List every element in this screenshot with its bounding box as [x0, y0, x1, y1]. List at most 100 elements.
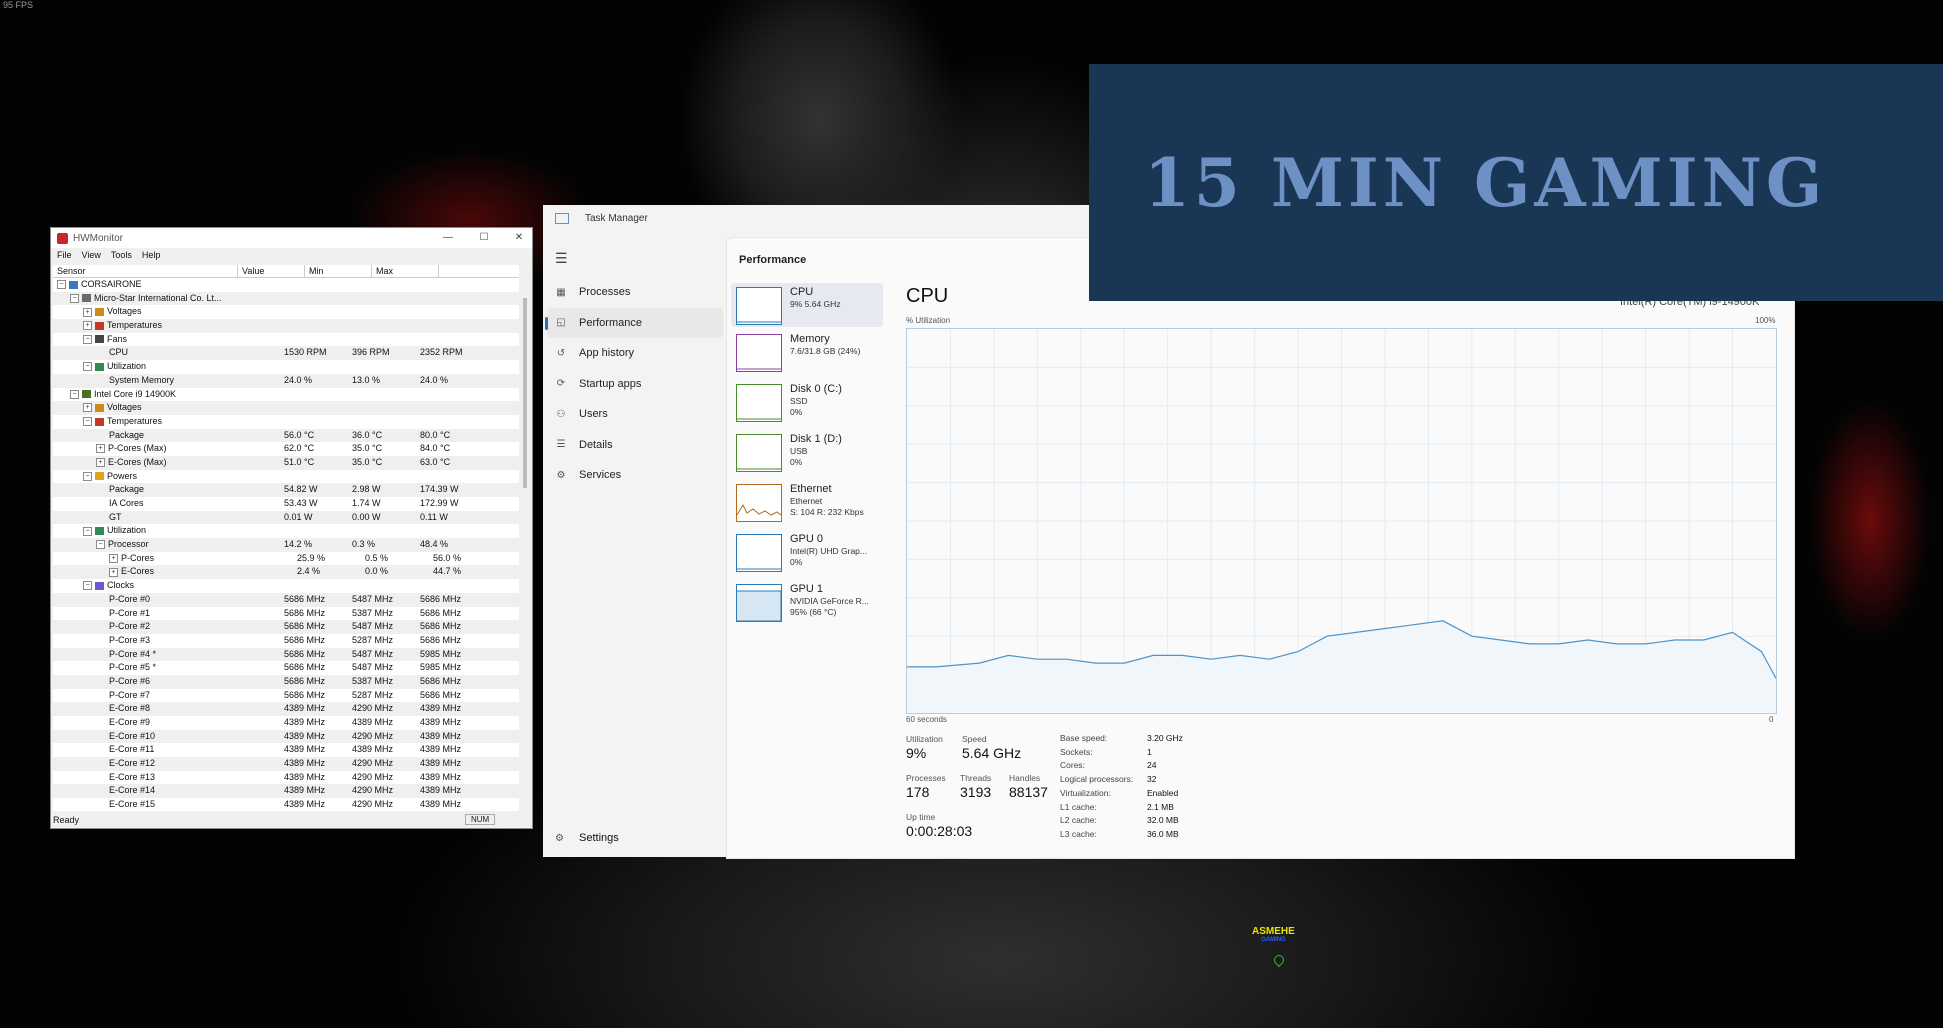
sensor-row[interactable]: P-Core #3 5686 MHz 5287 MHz 5686 MHz [53, 634, 519, 648]
sensor-row[interactable]: GT 0.01 W 0.00 W 0.11 W [53, 510, 519, 525]
util-icon [95, 362, 104, 371]
nav-app-history[interactable]: ↺ App history [543, 338, 723, 369]
device-disk-1-d[interactable]: Disk 1 (D:) USB 0% [731, 430, 883, 474]
sensor-tree[interactable]: − CORSAIRONE − Micro-Star International Co.… [53, 278, 519, 811]
sensor-row[interactable]: P-Core #6 5686 MHz 5387 MHz 5686 MHz [53, 674, 519, 689]
expand-icon[interactable]: + [83, 321, 92, 331]
device-disk-0-c[interactable]: Disk 0 (C:) SSD 0% [731, 380, 883, 424]
collapse-icon[interactable]: − [57, 280, 66, 290]
sensor-row[interactable]: CPU 1530 RPM 396 RPM 2352 RPM [53, 346, 519, 361]
expand-icon[interactable]: + [109, 567, 118, 577]
task-manager-titlebar[interactable]: Task Manager [555, 213, 648, 224]
sensor-row[interactable]: P-Core #5 * 5686 MHz 5487 MHz 5985 MHz [53, 661, 519, 675]
collapse-icon[interactable]: − [83, 581, 92, 591]
collapse-icon[interactable]: − [83, 362, 92, 372]
sensor-row[interactable]: System Memory 24.0 % 13.0 % 24.0 % [53, 373, 519, 388]
sensor-row[interactable]: E-Core #14 4389 MHz 4290 MHz 4389 MHz [53, 784, 519, 799]
menu-file[interactable]: File [57, 250, 72, 260]
nav-startup-apps[interactable]: ⟳ Startup apps [543, 369, 723, 400]
sensor-row[interactable]: + Voltages [53, 401, 519, 415]
details-icon: ☰ [556, 439, 566, 451]
sensor-row[interactable]: E-Core #12 4389 MHz 4290 MHz 4389 MHz [53, 757, 519, 771]
collapse-icon[interactable]: − [70, 389, 79, 399]
device-ethernet[interactable]: Ethernet Ethernet S: 104 R: 232 Kbps [731, 480, 883, 524]
nav-processes[interactable]: ▦ Processes [543, 277, 723, 308]
watermark-sub: GAMING [1261, 937, 1286, 943]
expand-icon[interactable]: + [109, 553, 118, 563]
expand-icon[interactable]: + [83, 403, 92, 413]
sensor-row[interactable]: + Temperatures [53, 319, 519, 333]
nav-details[interactable]: ☰ Details [543, 430, 723, 461]
sensor-name-cell: − Intel Core i9 14900K [53, 388, 256, 402]
hamburger-menu-icon[interactable]: ☰ [555, 250, 568, 267]
sensor-row[interactable]: E-Core #8 4389 MHz 4290 MHz 4389 MHz [53, 702, 519, 716]
sensor-row[interactable]: P-Core #7 5686 MHz 5287 MHz 5686 MHz [53, 689, 519, 703]
sensor-row[interactable]: E-Core #13 4389 MHz 4290 MHz 4389 MHz [53, 771, 519, 785]
sensor-row[interactable]: − Temperatures [53, 415, 519, 429]
sensor-value-cell [269, 305, 337, 319]
collapse-icon[interactable]: − [83, 471, 92, 481]
minimize-icon[interactable]: — [438, 231, 458, 245]
device-detail: USB [790, 446, 808, 456]
sensor-row[interactable]: + P-Cores (Max) 62.0 °C 35.0 °C 84.0 °C [53, 442, 519, 456]
column-max[interactable]: Max [372, 265, 439, 277]
sensor-row[interactable]: − CORSAIRONE [53, 278, 519, 292]
close-icon[interactable]: ✕ [509, 231, 529, 245]
hwmonitor-window[interactable]: HWMonitor — ☐ ✕ File View Tools Help Sen… [50, 227, 533, 829]
nav-settings[interactable]: ⚙ Settings [555, 832, 619, 844]
sensor-row[interactable]: P-Core #1 5686 MHz 5387 MHz 5686 MHz [53, 607, 519, 621]
vertical-scrollbar[interactable] [521, 278, 530, 811]
nav-users[interactable]: ⚇ Users [543, 399, 723, 430]
sensor-row[interactable]: − Processor 14.2 % 0.3 % 48.4 % [53, 538, 519, 552]
expand-icon[interactable]: + [83, 307, 92, 317]
sensor-row[interactable]: E-Core #15 4389 MHz 4290 MHz 4389 MHz [53, 798, 519, 811]
sensor-row[interactable]: E-Core #9 4389 MHz 4389 MHz 4389 MHz [53, 716, 519, 730]
collapse-icon[interactable]: − [83, 417, 92, 426]
expand-icon[interactable]: + [96, 444, 105, 454]
menu-tools[interactable]: Tools [111, 250, 132, 260]
sensor-row[interactable]: − Micro-Star International Co. Lt... [53, 291, 519, 306]
sensor-row[interactable]: + E-Cores (Max) 51.0 °C 35.0 °C 63.0 °C [53, 455, 519, 470]
device-gpu-0[interactable]: GPU 0 Intel(R) UHD Grap... 0% [731, 530, 883, 574]
nav-performance[interactable]: ◱ Performance [545, 307, 723, 338]
sensor-row[interactable]: P-Core #4 * 5686 MHz 5487 MHz 5985 MHz [53, 647, 519, 662]
sensor-row[interactable]: + E-Cores 2.4 % 0.0 % 44.7 % [53, 565, 519, 580]
sensor-row[interactable]: Package 56.0 °C 36.0 °C 80.0 °C [53, 428, 519, 443]
collapse-icon[interactable]: − [70, 293, 79, 303]
history-icon: ↺ [556, 347, 566, 359]
collapse-icon[interactable]: − [83, 526, 92, 536]
sensor-row[interactable]: E-Core #10 4389 MHz 4290 MHz 4389 MHz [53, 729, 519, 744]
sensor-row[interactable]: − Powers [53, 470, 519, 484]
column-min[interactable]: Min [305, 265, 372, 277]
menu-help[interactable]: Help [142, 250, 161, 260]
column-sensor[interactable]: Sensor [53, 265, 238, 277]
sensor-row[interactable]: Package 54.82 W 2.98 W 174.39 W [53, 483, 519, 497]
device-cpu[interactable]: CPU 9% 5.64 GHz [731, 283, 883, 327]
device-gpu-1[interactable]: GPU 1 NVIDIA GeForce R... 95% (66 °C) [731, 580, 883, 624]
column-value[interactable]: Value [238, 265, 305, 277]
nav-services[interactable]: ⚙ Services [543, 460, 723, 491]
maximize-icon[interactable]: ☐ [474, 231, 494, 245]
sensor-row[interactable]: E-Core #11 4389 MHz 4389 MHz 4389 MHz [53, 743, 519, 757]
sensor-row[interactable]: IA Cores 53.43 W 1.74 W 172.99 W [53, 497, 519, 511]
sensor-value-cell: 51.0 °C [284, 456, 315, 467]
device-text: Ethernet Ethernet S: 104 R: 232 Kbps [790, 483, 864, 524]
sensor-row[interactable]: − Utilization [53, 524, 519, 538]
sensor-row[interactable]: + P-Cores 25.9 % 0.5 % 56.0 % [53, 552, 519, 566]
collapse-icon[interactable]: − [96, 540, 105, 550]
sensor-row[interactable]: + Voltages [53, 305, 519, 319]
menu-view[interactable]: View [82, 250, 101, 260]
sensor-row[interactable]: − Clocks [53, 579, 519, 593]
expand-icon[interactable]: + [96, 458, 105, 468]
sensor-row[interactable]: P-Core #0 5686 MHz 5487 MHz 5686 MHz [53, 592, 519, 607]
scrollbar-thumb[interactable] [523, 298, 527, 488]
stat-handles: Handles 88137 [1009, 773, 1048, 800]
sensor-row[interactable]: − Fans [53, 333, 519, 347]
sensor-row[interactable]: − Utilization [53, 360, 519, 374]
sensor-row[interactable]: P-Core #2 5686 MHz 5487 MHz 5686 MHz [53, 620, 519, 634]
spec-label: Logical processors: [1060, 774, 1134, 785]
hwmonitor-titlebar[interactable]: HWMonitor — ☐ ✕ [51, 228, 532, 248]
collapse-icon[interactable]: − [83, 334, 92, 344]
device-memory[interactable]: Memory 7.6/31.8 GB (24%) [731, 330, 883, 374]
sensor-row[interactable]: − Intel Core i9 14900K [53, 388, 519, 402]
